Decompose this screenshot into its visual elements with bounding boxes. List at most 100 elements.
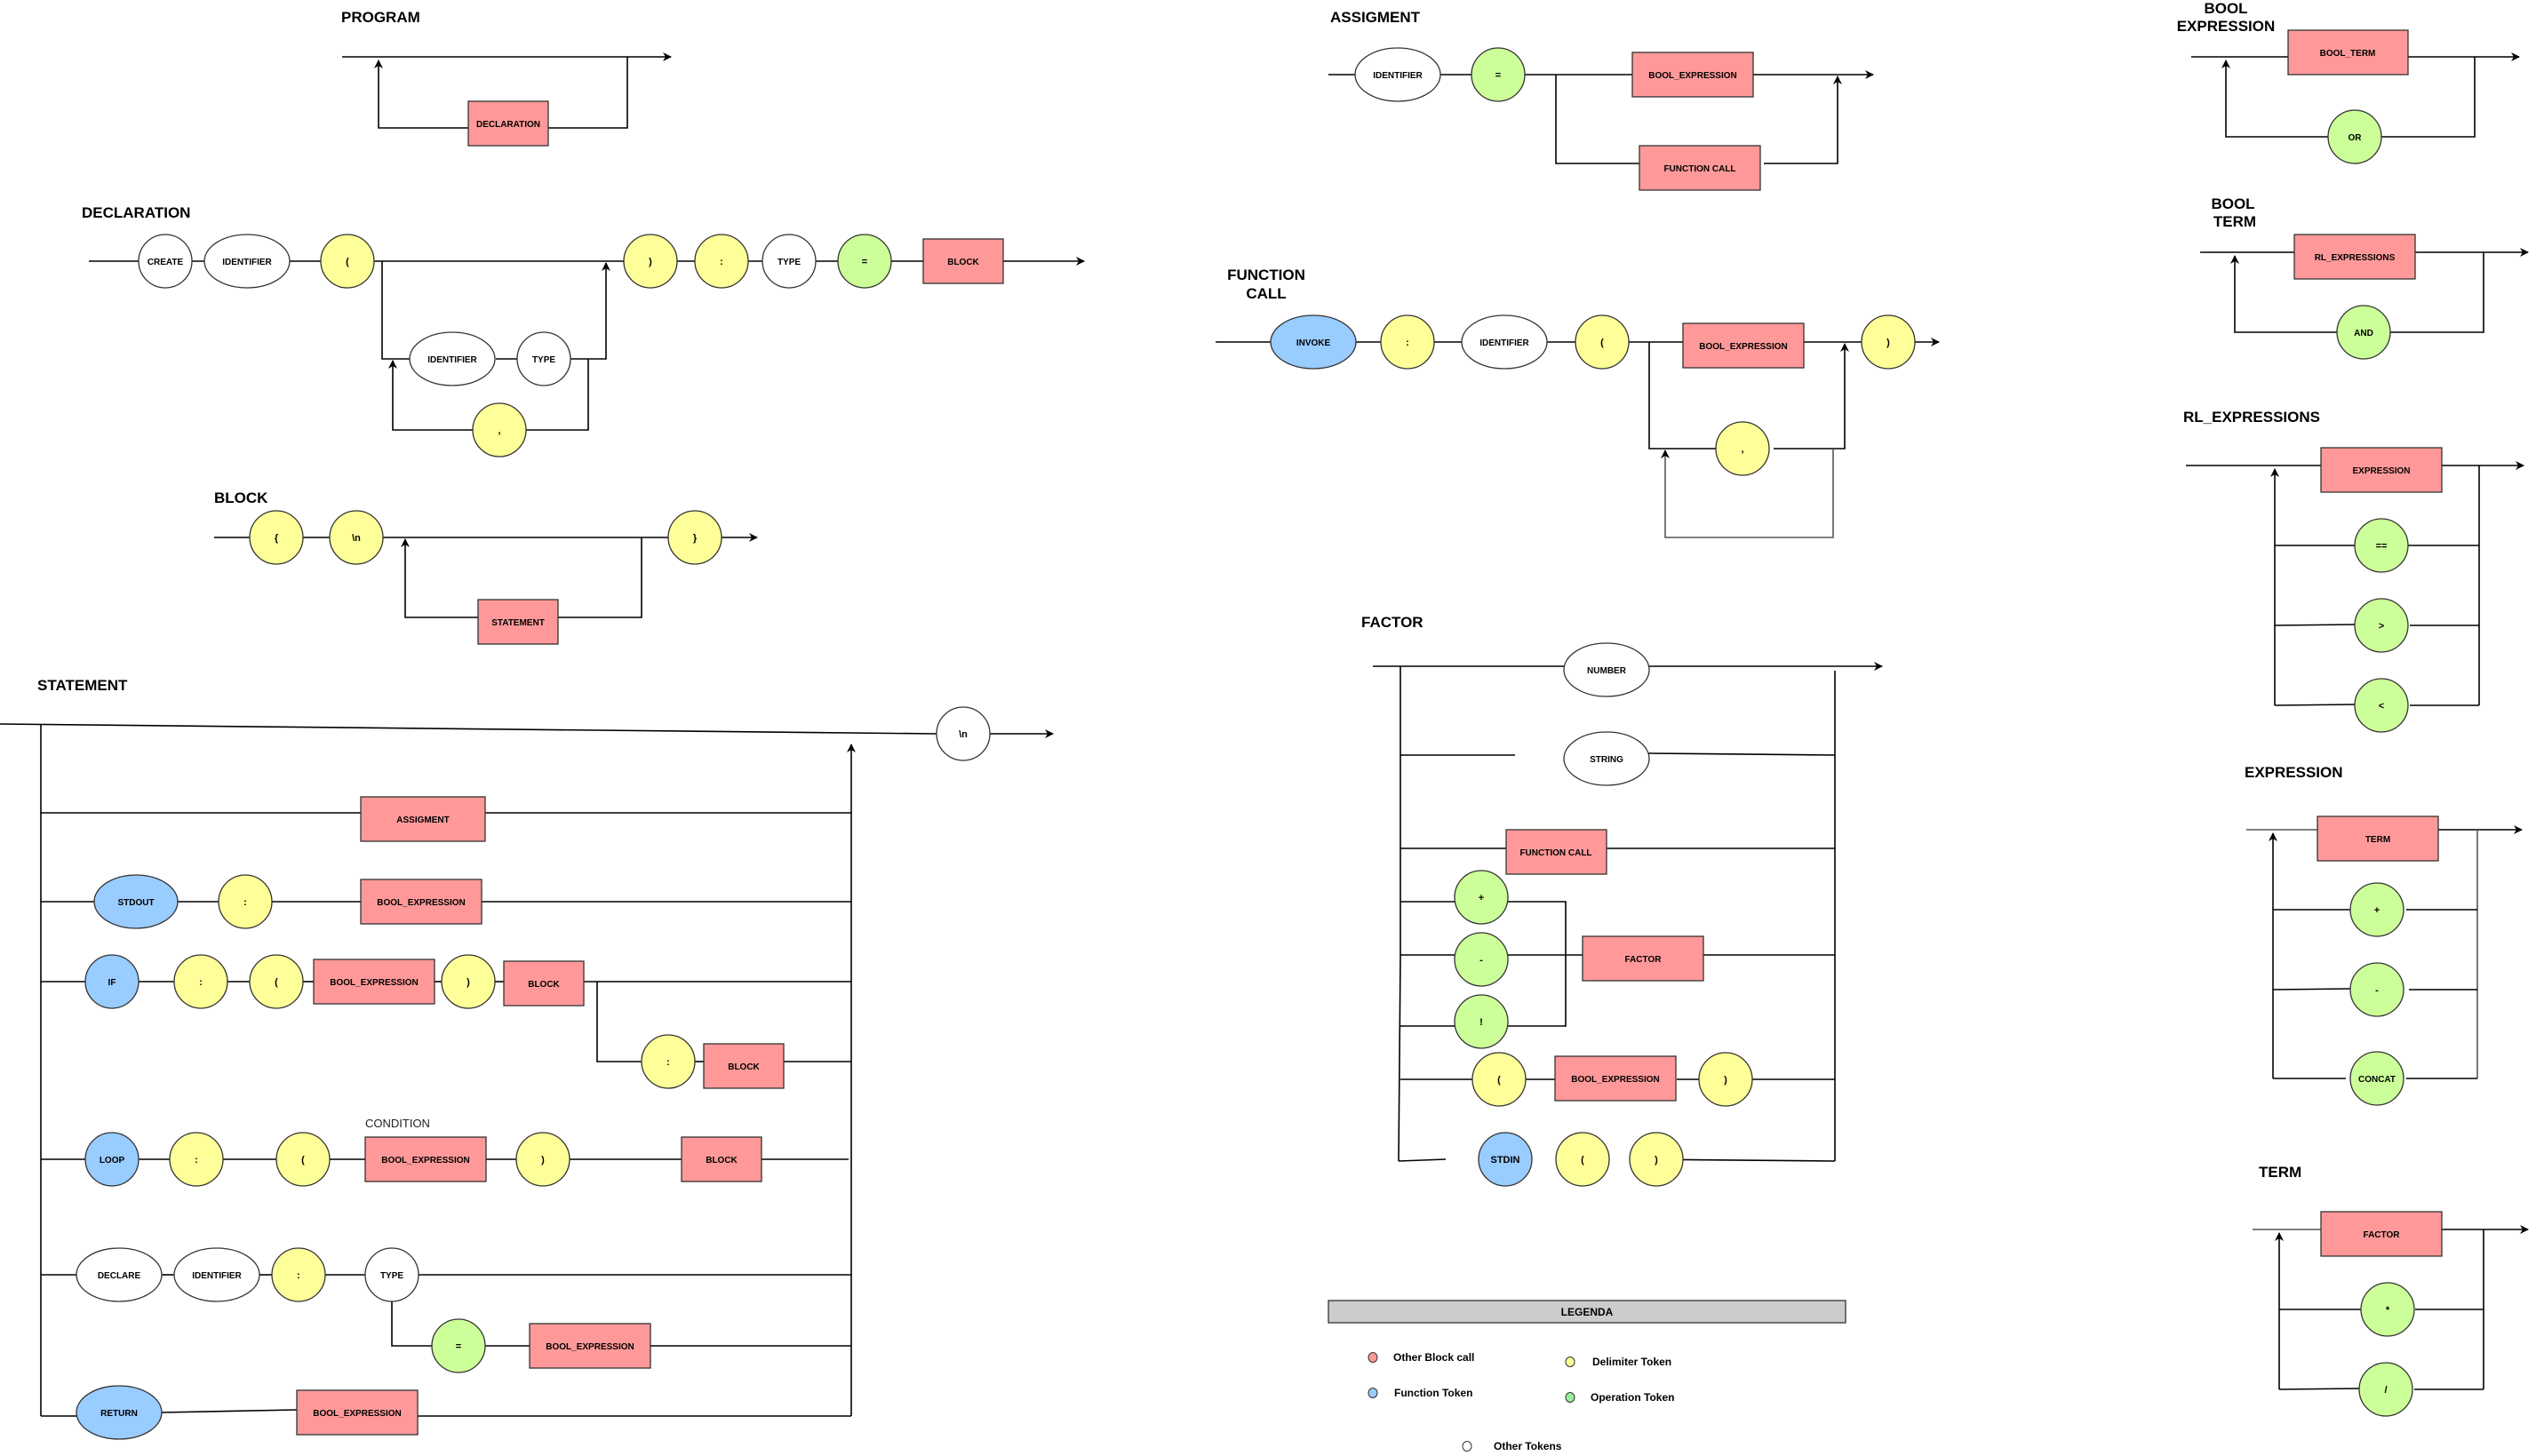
node-label: *	[2386, 1305, 2390, 1316]
rl-expressions-eq-node: ==	[2354, 518, 2409, 573]
node-label: )	[541, 1155, 545, 1166]
bool-term-diagram: BOOL TERM RL_EXPRESSIONS AND	[2200, 195, 2529, 360]
node-label: :	[195, 1155, 198, 1166]
node-label: (	[301, 1155, 305, 1166]
statement-loop-lparen-node: (	[275, 1132, 331, 1187]
legend-label: Other Block call	[1393, 1351, 1474, 1364]
rl-expressions-expression-node: EXPRESSION	[2320, 447, 2443, 493]
node-label: }	[693, 533, 698, 544]
node-label: )	[1724, 1075, 1727, 1086]
factor-diagram: FACTOR NUMBER STRING FUNCTION CALL + - !…	[1361, 614, 1883, 1187]
program-declaration-node: DECLARATION	[467, 100, 549, 147]
statement-diagram: STATEMENT \n ASSIGMENT STDOUT : BOOL_EXP…	[0, 677, 1054, 1440]
term-diagram: TERM FACTOR * /	[2253, 1164, 2529, 1417]
node-label: DECLARATION	[476, 120, 540, 130]
statement-declare-identifier-node: IDENTIFIER	[173, 1247, 260, 1302]
term-div-node: /	[2358, 1362, 2413, 1417]
legend-swatch	[1565, 1392, 1575, 1403]
bool-expression-bool-term-node: BOOL_TERM	[2287, 29, 2409, 76]
node-label: :	[243, 897, 247, 908]
expression-term-node: TERM	[2317, 816, 2439, 862]
condition-note: CONDITION	[365, 1117, 430, 1130]
statement-declare-assign-node: =	[431, 1318, 486, 1373]
node-label: IDENTIFIER	[1479, 338, 1529, 348]
node-label: IDENTIFIER	[427, 355, 477, 365]
node-label: LOOP	[100, 1156, 125, 1166]
term-mul-node: *	[2360, 1282, 2415, 1337]
statement-if-rparen-node: )	[441, 954, 496, 1009]
statement-if-block-node: BLOCK	[503, 960, 585, 1006]
node-label: STRING	[1590, 755, 1623, 765]
legend-item-block-call: Other Block call	[1368, 1351, 1474, 1364]
node-label: CREATE	[148, 258, 184, 267]
term-factor-node: FACTOR	[2320, 1211, 2443, 1257]
expression-minus-node: -	[2349, 962, 2404, 1017]
node-label: ,	[498, 426, 500, 436]
node-label: FACTOR	[1625, 955, 1663, 965]
node-label: DECLARE	[98, 1271, 141, 1281]
node-label: BOOL_EXPRESSION	[381, 1156, 469, 1166]
node-label: ,	[1741, 444, 1743, 455]
node-label: (	[1581, 1155, 1584, 1166]
node-label: )	[1886, 338, 1890, 348]
block-lbrace-node: {	[249, 510, 304, 565]
statement-if-colon-node: :	[173, 954, 228, 1009]
assigment-title: ASSIGMENT	[1330, 9, 1421, 26]
factor-factor-node: FACTOR	[1582, 935, 1704, 982]
legend-label: Operation Token	[1591, 1391, 1674, 1404]
node-label: BLOCK	[728, 1062, 760, 1072]
node-label: STDOUT	[117, 898, 154, 908]
function-call-title-line2: CALL	[1246, 285, 1286, 302]
block-newline-node: \n	[329, 510, 384, 565]
statement-if-node: IF	[84, 954, 140, 1009]
rl-expressions-diagram: RL_EXPRESSIONS EXPRESSION == > <	[2183, 409, 2524, 733]
declaration-title: DECLARATION	[82, 204, 190, 221]
node-label: FACTOR	[2364, 1230, 2401, 1240]
node-label: >	[2379, 621, 2384, 632]
node-label: STDIN	[1491, 1155, 1520, 1166]
bool-expression-title-line1: BOOL	[2204, 0, 2247, 17]
node-label: !	[1479, 1017, 1483, 1028]
statement-return-node: RETURN	[76, 1385, 163, 1440]
statement-if-lparen-node: (	[249, 954, 304, 1009]
factor-not-node: !	[1454, 994, 1509, 1049]
node-label: AND	[2354, 329, 2373, 338]
node-label: BLOCK	[706, 1156, 738, 1166]
node-label: IDENTIFIER	[192, 1271, 242, 1281]
node-label: )	[467, 977, 470, 988]
legend-label: Delimiter Token	[1592, 1356, 1671, 1368]
program-diagram: PROGRAM DECLARATION	[341, 9, 672, 147]
declaration-identifier-node: IDENTIFIER	[203, 234, 291, 289]
block-title: BLOCK	[214, 489, 268, 506]
node-label: (	[1497, 1075, 1501, 1086]
bool-expression-title-line2: EXPRESSION	[2177, 18, 2276, 35]
node-label: BLOCK	[947, 258, 979, 267]
syntax-diagram-canvas: PROGRAM DECLARATION DECLARATION CREATE I…	[0, 0, 2529, 1452]
declaration-param-identifier-node: IDENTIFIER	[409, 331, 496, 386]
node-label: BOOL_TERM	[2320, 49, 2376, 59]
node-label: BLOCK	[528, 980, 560, 990]
node-label: IDENTIFIER	[1373, 71, 1423, 81]
factor-stdin-rparen-node: )	[1629, 1132, 1684, 1187]
assigment-assign-node: =	[1471, 47, 1526, 102]
factor-rparen-node: )	[1698, 1052, 1753, 1107]
bool-term-and-node: AND	[2336, 305, 2391, 360]
node-label: -	[1479, 955, 1483, 966]
node-label: CONCAT	[2358, 1075, 2396, 1085]
statement-return-expr-node: BOOL_EXPRESSION	[296, 1389, 419, 1436]
function-call-title-line1: FUNCTION	[1227, 267, 1305, 283]
node-label: FUNCTION CALL	[1663, 164, 1735, 174]
program-title: PROGRAM	[341, 9, 420, 26]
legend-header: LEGENDA	[1561, 1306, 1614, 1318]
rl-expressions-title: RL_EXPRESSIONS	[2183, 409, 2320, 426]
bool-expression-diagram: BOOL EXPRESSION BOOL_TERM OR	[2177, 0, 2520, 164]
rl-expressions-gt-node: >	[2354, 598, 2409, 653]
legend-item-function-token: Function Token	[1368, 1387, 1472, 1399]
declaration-assign-node: =	[837, 234, 892, 289]
factor-bool-expression-node: BOOL_EXPRESSION	[1554, 1055, 1677, 1102]
expression-title: EXPRESSION	[2245, 764, 2343, 781]
node-label: RETURN	[100, 1409, 138, 1419]
statement-loop-node: LOOP	[84, 1132, 140, 1187]
function-call-invoke-node: INVOKE	[1270, 314, 1357, 370]
legend-item-delimiter-token: Delimiter Token	[1565, 1356, 1671, 1368]
